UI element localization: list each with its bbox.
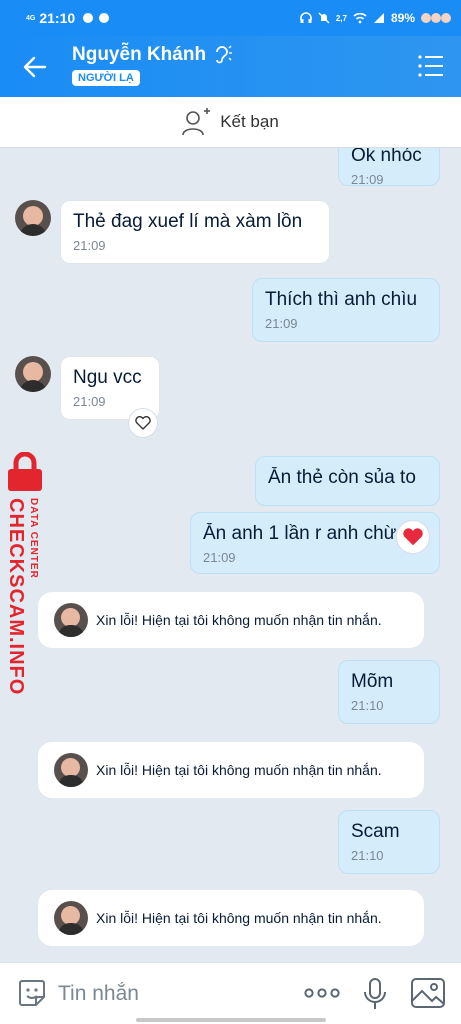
avatar <box>54 753 88 787</box>
auto-reply-notice: Xin lỗi! Hiện tại tôi không muốn nhận ti… <box>38 592 424 648</box>
message-time: 21:09 <box>73 394 106 409</box>
chat-menu-button[interactable] <box>417 54 445 80</box>
message-text: Ngu vcc <box>73 367 142 388</box>
message-bubble-outgoing[interactable]: Ok nhóc 21:09 <box>338 148 440 187</box>
hearing-icon <box>216 45 233 64</box>
message-input-bar <box>0 962 461 1024</box>
more-options-button[interactable] <box>302 981 342 1005</box>
battery-percent: 89% <box>390 11 415 25</box>
more-dots-icon <box>304 988 340 998</box>
home-indicator[interactable] <box>136 1018 326 1022</box>
chat-header: Nguyễn Khánh NGƯỜI LẠ <box>0 36 461 97</box>
message-bubble-outgoing[interactable]: Thích thì anh chìu 21:09 <box>252 278 440 342</box>
message-time: 21:09 <box>351 172 384 187</box>
watermark-main: CHECKSCAM.INFO <box>5 498 27 696</box>
avatar <box>54 901 88 935</box>
message-bubble-outgoing[interactable]: Mõm 21:10 <box>338 660 440 724</box>
message-input[interactable] <box>58 977 278 1011</box>
headphones-icon <box>300 12 312 23</box>
message-time: 21:10 <box>351 848 384 863</box>
heart-icon <box>403 528 423 546</box>
reaction-heart[interactable] <box>396 520 430 554</box>
status-right: 2,7 89% <box>300 11 451 25</box>
add-friend-label: Kết bạn <box>220 112 279 131</box>
message-text: Thẻ đag xuef lí mà xàm lồn <box>73 211 303 232</box>
add-user-icon <box>182 108 211 136</box>
message-text: Thích thì anh chìu <box>265 289 418 310</box>
avatar[interactable] <box>15 200 51 236</box>
heart-outline-icon <box>135 416 151 430</box>
watermark: CHECKSCAM.INFO DATA CENTER <box>0 452 48 695</box>
notice-text: Xin lỗi! Hiện tại tôi không muốn nhận ti… <box>96 910 382 926</box>
message-bubble-outgoing[interactable]: Scam 21:10 <box>338 810 440 874</box>
message-text: Scam <box>351 821 400 842</box>
list-menu-icon <box>418 55 443 77</box>
message-time: 21:09 <box>265 316 298 331</box>
message-time: 21:09 <box>73 238 106 253</box>
microphone-icon <box>364 978 386 1009</box>
notification-icons <box>83 13 110 23</box>
message-bubble-incoming[interactable]: Thẻ đag xuef lí mà xàm lồn 21:09 <box>60 200 330 264</box>
mute-icon <box>318 12 330 24</box>
lock-icon <box>8 452 42 491</box>
signal-icon <box>373 13 384 23</box>
message-text: Ok nhóc <box>351 148 422 166</box>
auto-reply-notice: Xin lỗi! Hiện tại tôi không muốn nhận ti… <box>38 742 424 798</box>
messenger-icon <box>83 13 94 23</box>
arrow-left-icon <box>23 56 47 78</box>
sticker-button[interactable] <box>16 977 48 1009</box>
notice-text: Xin lỗi! Hiện tại tôi không muốn nhận ti… <box>96 762 382 778</box>
message-text: Ăn thẻ còn sủa to <box>268 467 416 488</box>
voice-message-button[interactable] <box>362 977 388 1011</box>
chat-area[interactable]: Ok nhóc 21:09 Thẻ đag xuef lí mà xàm lồn… <box>0 148 461 960</box>
pig-emoji-icon <box>421 13 451 23</box>
add-friend-button[interactable]: Kết bạn <box>0 97 461 148</box>
network-indicator: 4G <box>26 14 36 22</box>
contact-name-row[interactable]: Nguyễn Khánh <box>72 44 233 66</box>
watermark-sub: DATA CENTER <box>28 498 39 579</box>
wifi-icon <box>353 12 367 24</box>
avatar[interactable] <box>15 356 51 392</box>
contact-name: Nguyễn Khánh <box>72 44 207 65</box>
image-icon <box>411 978 445 1008</box>
stranger-badge: NGƯỜI LẠ <box>72 70 140 86</box>
send-image-button[interactable] <box>410 977 446 1009</box>
message-text: Ăn anh 1 lần r anh chừa <box>203 523 399 544</box>
notice-text: Xin lỗi! Hiện tại tôi không muốn nhận ti… <box>96 612 382 628</box>
message-time: 21:09 <box>203 550 236 565</box>
sticker-icon <box>19 980 45 1006</box>
data-speed: 2,7 <box>335 13 347 23</box>
notification-icon <box>99 13 110 23</box>
status-bar: 4G 21:10 2,7 89% <box>0 0 461 36</box>
status-time: 21:10 <box>39 10 76 26</box>
message-bubble-outgoing[interactable]: Ăn thẻ còn sủa to <box>255 456 440 506</box>
avatar <box>54 603 88 637</box>
message-text: Mõm <box>351 671 394 692</box>
back-button[interactable] <box>18 50 52 84</box>
message-time: 21:10 <box>351 698 384 713</box>
react-button[interactable] <box>128 408 158 438</box>
auto-reply-notice: Xin lỗi! Hiện tại tôi không muốn nhận ti… <box>38 890 424 946</box>
